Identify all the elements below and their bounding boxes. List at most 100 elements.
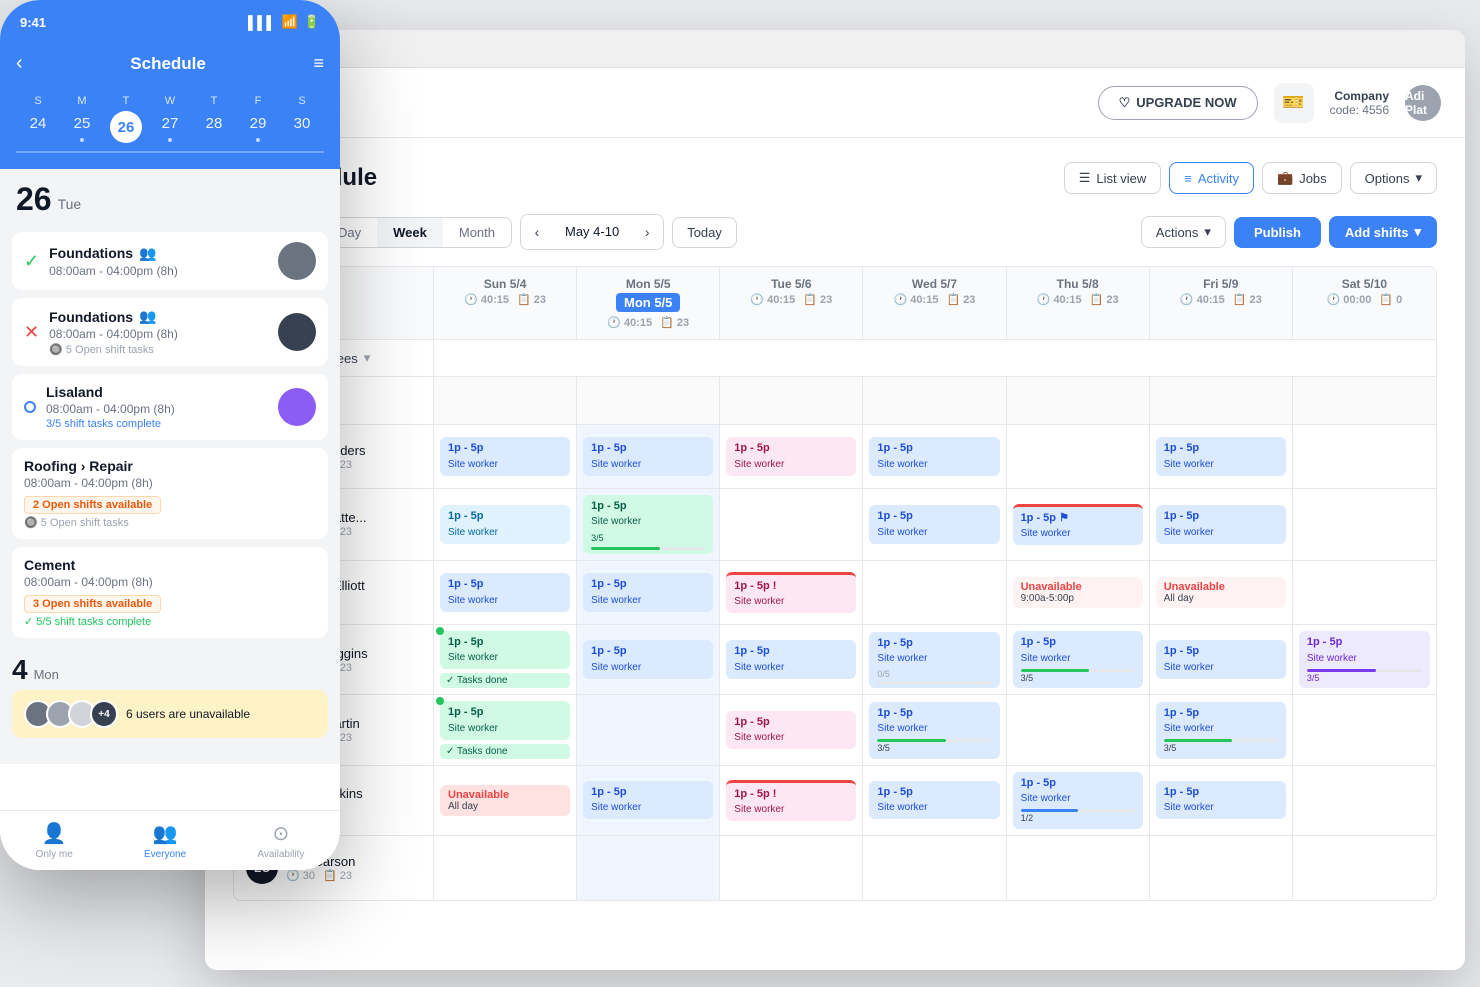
actions-button[interactable]: Actions ▾: [1141, 216, 1226, 248]
jobs-button[interactable]: 💼 Jobs: [1262, 162, 1342, 194]
shift-cell[interactable]: Unavailable All day: [434, 766, 577, 835]
today-button[interactable]: Today: [672, 217, 737, 248]
group-icon: 👥: [153, 821, 178, 846]
shift-cell[interactable]: [1007, 836, 1150, 900]
shift-cell[interactable]: [720, 836, 863, 900]
list-item[interactable]: Lisaland 08:00am - 04:00pm (8h) 3/5 shif…: [12, 374, 328, 440]
shift-cell[interactable]: 1p - 5pSite worker 3/5: [1007, 625, 1150, 694]
mobile-current-date: 26: [16, 181, 52, 218]
shift-cell[interactable]: [1293, 561, 1436, 624]
list-item[interactable]: Cement 08:00am - 04:00pm (8h) 3 Open shi…: [12, 547, 328, 638]
month-tab[interactable]: Month: [443, 218, 511, 247]
signal-icon: ▌▌▌: [248, 15, 276, 30]
menu-icon[interactable]: ≡: [313, 53, 324, 74]
shift-cell[interactable]: 1p - 5p Site worker 3/5: [577, 489, 720, 560]
wifi-icon: 📶: [282, 14, 298, 30]
nav-only-me[interactable]: 👤 Only me: [36, 821, 73, 860]
shift-cell[interactable]: Unavailable All day: [1150, 561, 1293, 624]
check-circle-icon: ⊙: [272, 821, 289, 846]
open-shift-thu: [1007, 377, 1150, 424]
date-nav: ‹ May 4-10 ›: [520, 214, 664, 250]
shift-cell[interactable]: [577, 695, 720, 764]
publish-button[interactable]: Publish: [1234, 217, 1321, 248]
mobile-shift-list: ✓ Foundations 👥 08:00am - 04:00pm (8h) ✕…: [0, 224, 340, 764]
shift-cell[interactable]: Unavailable 9:00a-5:00p: [1007, 561, 1150, 624]
shift-cell[interactable]: 1p - 5pSite worker: [577, 766, 720, 835]
cal-date-26[interactable]: 26: [110, 111, 142, 143]
table-row: LH Lucas Higgins 🕐 30📋 23 1p - 5pSite wo…: [234, 625, 1436, 695]
shift-cell[interactable]: 1p - 5pSite worker 3/5: [863, 695, 1006, 764]
shift-cell[interactable]: 1p - 5pSite worker: [720, 695, 863, 764]
shift-cell[interactable]: 1p - 5pSite worker 1/2: [1007, 766, 1150, 835]
options-button[interactable]: Options ▾: [1350, 162, 1437, 194]
shift-cell[interactable]: [1293, 489, 1436, 560]
cal-date-30[interactable]: 30: [280, 111, 324, 143]
shift-cell[interactable]: 1p - 5pSite worker: [720, 625, 863, 694]
shift-cell[interactable]: 1p - 5pSite worker 0/5: [863, 625, 1006, 694]
unavailable-notice[interactable]: +4 6 users are unavailable: [12, 690, 328, 738]
nav-everyone[interactable]: 👥 Everyone: [144, 821, 186, 860]
cal-date-27[interactable]: 27: [148, 111, 192, 143]
shift-cell[interactable]: 1p - 5p !Site worker: [720, 561, 863, 624]
help-button[interactable]: 🎫: [1274, 83, 1314, 123]
shift-cell[interactable]: 1p - 5pSite worker: [434, 425, 577, 488]
shift-cell[interactable]: 1p - 5pSite worker: [863, 425, 1006, 488]
shift-cell[interactable]: 1p - 5pSite worker ✓ Tasks done: [434, 695, 577, 764]
upgrade-button[interactable]: ♡ UPGRADE NOW: [1098, 86, 1258, 120]
view-tabs: Day Week Month: [321, 217, 512, 248]
cal-date-29[interactable]: 29: [236, 111, 280, 143]
list-view-button[interactable]: ☰ List view: [1064, 162, 1162, 194]
activity-button[interactable]: ≡ Activity: [1169, 162, 1254, 194]
shift-cell[interactable]: 1p - 5pSite worker ✓ Tasks done: [434, 625, 577, 694]
jobs-icon: 💼: [1277, 170, 1293, 186]
shift-cell[interactable]: [1293, 425, 1436, 488]
shift-cell[interactable]: [1150, 836, 1293, 900]
shift-cell[interactable]: 1p - 5pSite worker: [434, 561, 577, 624]
shift-cell[interactable]: [1293, 766, 1436, 835]
shift-cell[interactable]: 1p - 5pSite worker: [863, 766, 1006, 835]
shift-cell[interactable]: 1p - 5pSite worker 3/5: [1293, 625, 1436, 694]
shift-cell[interactable]: [1007, 695, 1150, 764]
shift-cell[interactable]: 1p - 5pSite worker: [1150, 766, 1293, 835]
nav-availability[interactable]: ⊙ Availability: [257, 821, 304, 860]
shift-cell[interactable]: [1007, 425, 1150, 488]
shift-cell[interactable]: 1p - 5pSite worker 3/5: [1150, 695, 1293, 764]
shift-cell[interactable]: [434, 836, 577, 900]
company-info: Company code: 4556: [1330, 89, 1389, 117]
shift-cell[interactable]: [1293, 695, 1436, 764]
cal-date-28[interactable]: 28: [192, 111, 236, 143]
mobile-bottom-nav: 👤 Only me 👥 Everyone ⊙ Availability: [0, 810, 340, 870]
shift-cell[interactable]: 1p - 5pSite worker: [863, 489, 1006, 560]
open-shift-mon: [577, 377, 720, 424]
shift-cell[interactable]: 1p - 5pSite worker: [720, 425, 863, 488]
add-shifts-button[interactable]: Add shifts ▾: [1329, 216, 1437, 248]
shift-cell[interactable]: 1p - 5pSite worker: [1150, 425, 1293, 488]
shift-cell[interactable]: 1p - 5pSite worker: [1150, 489, 1293, 560]
shift-cell[interactable]: 1p - 5pSite worker: [1150, 625, 1293, 694]
cal-date-24[interactable]: 24: [16, 111, 60, 143]
shift-cell[interactable]: [1293, 836, 1436, 900]
list-item[interactable]: ✓ Foundations 👥 08:00am - 04:00pm (8h): [12, 232, 328, 290]
mobile-nav-bar: ‹ Schedule ≡: [0, 44, 340, 87]
shift-cell[interactable]: 1p - 5p ⚑Site worker: [1007, 489, 1150, 560]
user-avatar[interactable]: Adi Plat: [1405, 85, 1441, 121]
shift-cell[interactable]: 1p - 5pSite worker: [434, 489, 577, 560]
shift-cell[interactable]: 1p - 5pSite worker: [577, 561, 720, 624]
open-shift-wed: [863, 377, 1006, 424]
week-tab[interactable]: Week: [377, 218, 443, 247]
shift-cell[interactable]: 1p - 5pSite worker: [577, 625, 720, 694]
shift-cell[interactable]: 1p - 5pSite worker: [577, 425, 720, 488]
battery-icon: 🔋: [304, 14, 320, 30]
back-button[interactable]: ‹: [16, 52, 23, 75]
shift-cell[interactable]: 1p - 5p !Site worker: [720, 766, 863, 835]
shift-cell[interactable]: [577, 836, 720, 900]
cal-date-25[interactable]: 25: [60, 111, 104, 143]
schedule-header: 📅 Schedule ☰ List view ≡ Activity 💼 Jobs…: [233, 162, 1437, 194]
list-item[interactable]: ✕ Foundations 👥 08:00am - 04:00pm (8h) 🔘…: [12, 298, 328, 366]
shift-cell[interactable]: [720, 489, 863, 560]
prev-date-button[interactable]: ‹: [521, 215, 553, 249]
shift-cell[interactable]: [863, 836, 1006, 900]
list-item[interactable]: Roofing › Repair 08:00am - 04:00pm (8h) …: [12, 448, 328, 539]
shift-cell[interactable]: [863, 561, 1006, 624]
next-date-button[interactable]: ›: [631, 215, 663, 249]
